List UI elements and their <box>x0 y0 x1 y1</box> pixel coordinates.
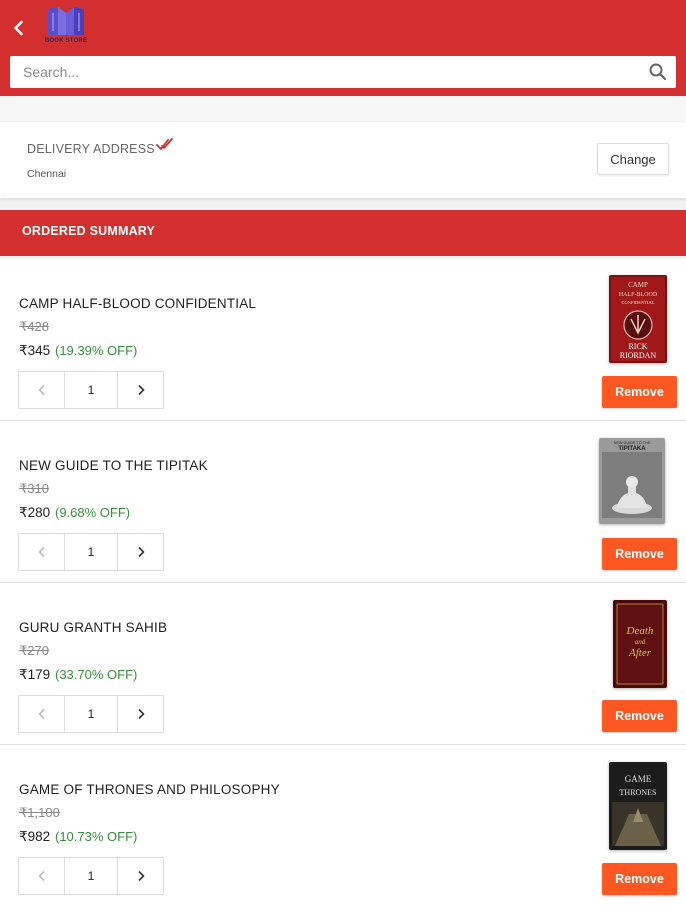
chevron-right-icon <box>137 546 145 558</box>
book-cover-art: Death and After <box>613 600 667 688</box>
increase-quantity-button[interactable] <box>118 372 163 408</box>
book-cover-art: NEW GUIDE TO THE TIPITAKA <box>599 438 665 524</box>
double-check-icon <box>156 138 173 150</box>
quantity-value: 1 <box>64 858 118 894</box>
cover-title-line: and <box>635 638 646 646</box>
book-cover-image[interactable]: NEW GUIDE TO THE TIPITAKA <box>599 438 665 524</box>
ordered-summary-title: ORDERED SUMMARY <box>22 224 156 238</box>
item-title: GURU GRANTH SAHIB <box>19 620 168 635</box>
item-discount: (33.70% OFF) <box>55 667 138 682</box>
chevron-left-icon <box>37 870 45 882</box>
books-logo-icon <box>48 7 84 35</box>
item-original-price: ₹1,100 <box>19 805 60 820</box>
remove-item-button[interactable]: Remove <box>602 700 677 732</box>
item-discount: (19.39% OFF) <box>55 343 138 358</box>
item-title: GAME OF THRONES AND PHILOSOPHY <box>19 782 280 797</box>
delivery-address-label: DELIVERY ADDRESS <box>27 142 155 156</box>
delivery-address-card: DELIVERY ADDRESS Chennai Change <box>0 122 686 198</box>
search-input[interactable] <box>10 56 630 88</box>
book-store-logo[interactable]: BOOK STORE <box>40 5 92 49</box>
search-icon[interactable] <box>648 62 668 82</box>
quantity-value: 1 <box>64 372 118 408</box>
item-title: CAMP HALF-BLOOD CONFIDENTIAL <box>19 296 257 311</box>
quantity-stepper: 1 <box>18 695 164 733</box>
item-price: ₹280 <box>19 505 51 520</box>
app-header: BOOK STORE <box>0 0 686 96</box>
search-bar <box>10 56 676 88</box>
cover-title-line: Death <box>626 625 654 637</box>
item-discount: (9.68% OFF) <box>55 505 131 520</box>
remove-item-button[interactable]: Remove <box>602 863 677 895</box>
chevron-left-icon <box>37 708 45 720</box>
cover-title-line: TIPITAKA <box>618 446 646 452</box>
decrease-quantity-button[interactable] <box>19 858 64 894</box>
quantity-stepper: 1 <box>18 371 164 409</box>
change-address-button[interactable]: Change <box>597 143 669 175</box>
order-item: CAMP HALF-BLOOD CONFIDENTIAL ₹428 ₹345 (… <box>0 259 686 421</box>
chevron-right-icon <box>137 708 145 720</box>
back-button[interactable] <box>9 18 29 38</box>
order-item: GURU GRANTH SAHIB ₹270 ₹179 (33.70% OFF)… <box>0 583 686 745</box>
ordered-summary-header: ORDERED SUMMARY <box>0 210 686 256</box>
chevron-right-icon <box>137 384 145 396</box>
item-original-price: ₹270 <box>19 643 49 658</box>
item-title: NEW GUIDE TO THE TIPITAK <box>19 458 208 473</box>
quantity-value: 1 <box>64 696 118 732</box>
chevron-right-icon <box>137 870 145 882</box>
cover-title-line: After <box>628 647 652 659</box>
delivery-city: Chennai <box>27 168 67 180</box>
decrease-quantity-button[interactable] <box>19 534 64 570</box>
quantity-stepper: 1 <box>18 533 164 571</box>
item-discount: (10.73% OFF) <box>55 829 138 844</box>
quantity-value: 1 <box>64 534 118 570</box>
increase-quantity-button[interactable] <box>118 696 163 732</box>
book-cover-image[interactable]: Death and After <box>613 600 667 688</box>
increase-quantity-button[interactable] <box>118 534 163 570</box>
cover-title-line: THRONES <box>620 788 657 797</box>
cover-author-line: RIORDAN <box>620 351 657 360</box>
spacer-band <box>0 96 686 122</box>
item-price: ₹345 <box>19 343 51 358</box>
item-price: ₹179 <box>19 667 51 682</box>
order-item: NEW GUIDE TO THE TIPITAK ₹310 ₹280 (9.68… <box>0 421 686 583</box>
cover-author-line: RICK <box>628 342 647 351</box>
book-cover-image[interactable]: CAMP HALF-BLOOD CONFIDENTIAL RICK RIORDA… <box>609 275 667 363</box>
decrease-quantity-button[interactable] <box>19 372 64 408</box>
remove-item-button[interactable]: Remove <box>602 376 677 408</box>
order-item: GAME OF THRONES AND PHILOSOPHY ₹1,100 ₹9… <box>0 745 686 907</box>
logo-text: BOOK STORE <box>44 38 88 44</box>
chevron-left-icon <box>14 20 23 36</box>
book-cover-art: CAMP HALF-BLOOD CONFIDENTIAL RICK RIORDA… <box>609 275 667 363</box>
item-original-price: ₹428 <box>19 319 49 334</box>
cover-title-line: GAME <box>625 774 652 784</box>
cover-title-line: CAMP <box>628 281 648 289</box>
decrease-quantity-button[interactable] <box>19 696 64 732</box>
cover-title-line: NEW GUIDE TO THE <box>614 441 651 445</box>
cover-title-line: CONFIDENTIAL <box>622 300 655 305</box>
quantity-stepper: 1 <box>18 857 164 895</box>
chevron-left-icon <box>37 546 45 558</box>
book-cover-image[interactable]: GAME THRONES <box>609 762 667 850</box>
cover-title-line: HALF-BLOOD <box>619 292 658 298</box>
book-cover-art: GAME THRONES <box>609 762 667 850</box>
item-original-price: ₹310 <box>19 481 49 496</box>
remove-item-button[interactable]: Remove <box>602 538 677 570</box>
increase-quantity-button[interactable] <box>118 858 163 894</box>
item-price: ₹982 <box>19 829 51 844</box>
chevron-left-icon <box>37 384 45 396</box>
